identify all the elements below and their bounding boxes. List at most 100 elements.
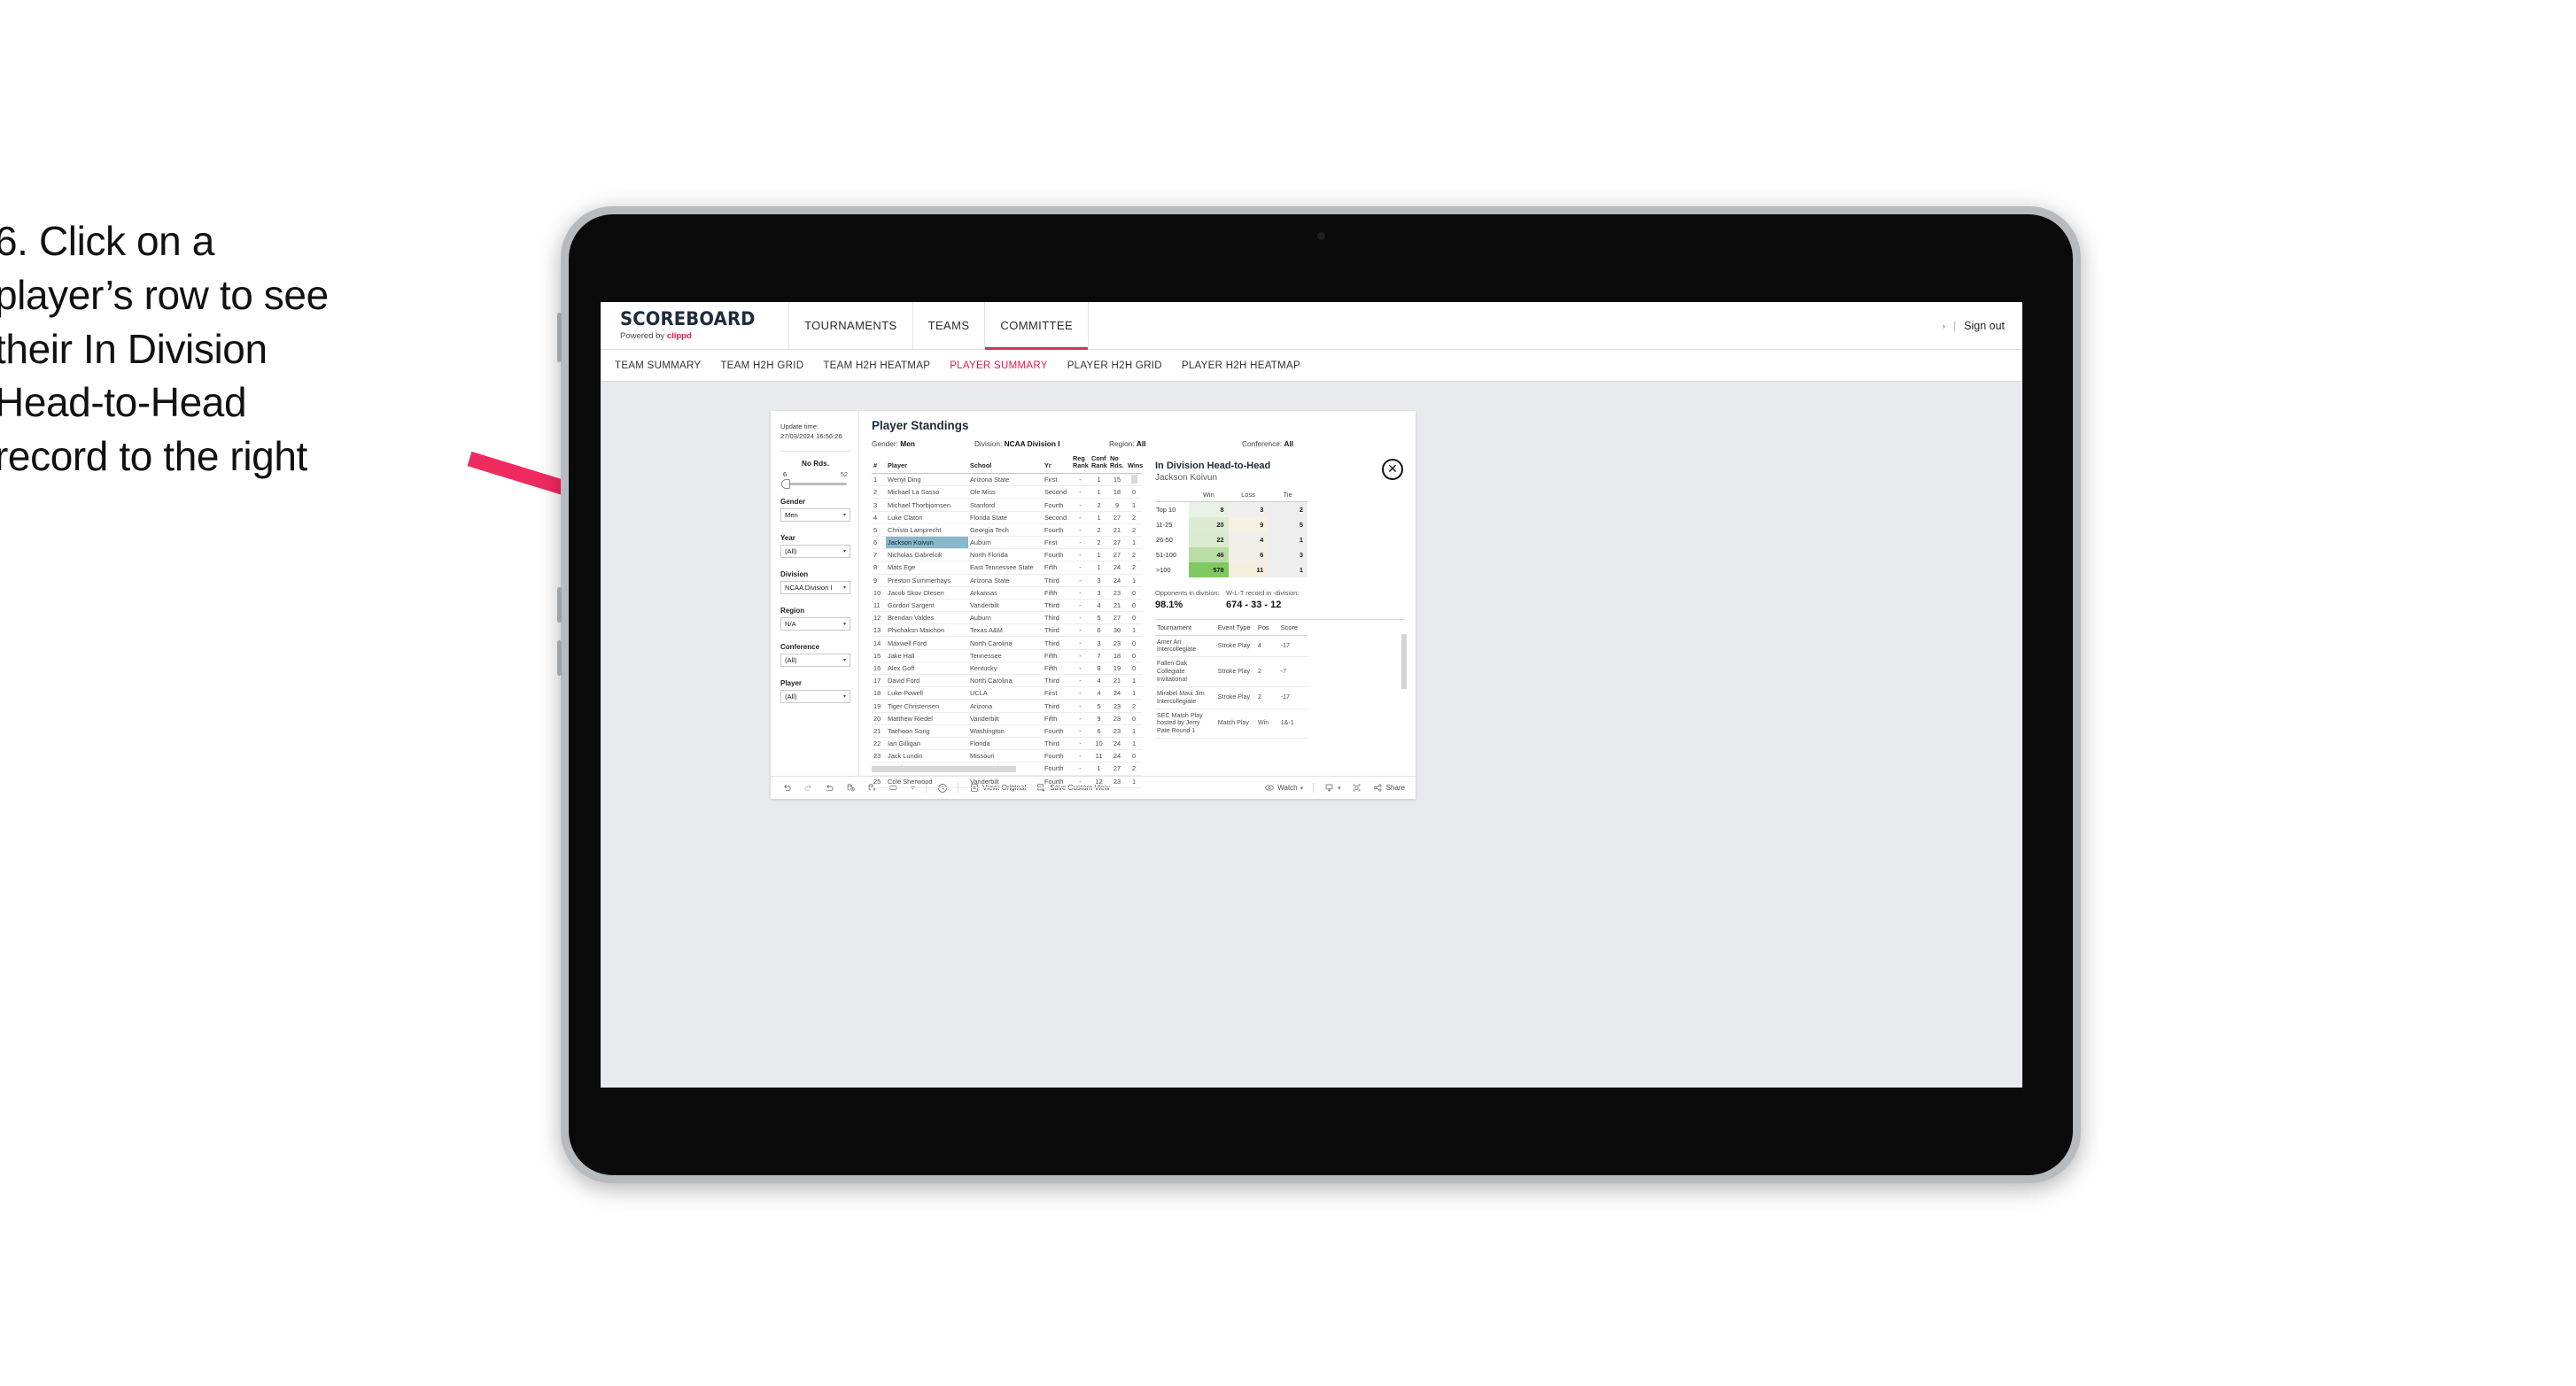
nav-item-committee[interactable]: COMMITTEE bbox=[985, 302, 1090, 350]
cell-school: Florida State bbox=[968, 511, 1043, 524]
cell-reg-rank: - bbox=[1071, 724, 1090, 738]
table-row[interactable]: 4 Luke Claton Florida State Second -1 27 2 bbox=[872, 511, 1142, 524]
cell-year: Fourth bbox=[1043, 523, 1071, 537]
tournament-row[interactable]: SEC Match Play hosted by Jerry Pate Roun… bbox=[1155, 708, 1307, 739]
table-row[interactable]: 16 Alex Goff Kentucky Fifth -8 19 0 bbox=[872, 662, 1142, 676]
standings-table-head: # Player School Yr Reg Rank Conf Rank No… bbox=[872, 453, 1143, 475]
nav-item-tournaments[interactable]: TOURNAMENTS bbox=[789, 302, 913, 349]
slider-track[interactable] bbox=[781, 479, 847, 489]
table-row[interactable]: 17 David Ford North Carolina Third -4 21 1 bbox=[872, 674, 1142, 688]
chevron-right-icon[interactable]: › bbox=[1943, 321, 1945, 330]
cell-year: Fifth bbox=[1043, 712, 1071, 725]
table-row[interactable]: 6 Jackson Koivun Auburn First -2 27 1 bbox=[872, 536, 1142, 550]
table-row[interactable]: 8 Mats Ege East Tennessee State Fifth -1 24 2 bbox=[872, 561, 1142, 575]
tournament-row[interactable]: Fallen Oak Collegiate Invitational Stroke… bbox=[1155, 656, 1307, 687]
table-row[interactable]: 3 Michael Thorbjornsen Stanford Fourth -2 9 1 bbox=[872, 498, 1142, 512]
cell-rank: 21 bbox=[872, 724, 886, 738]
revert-icon[interactable] bbox=[824, 782, 835, 794]
undo-icon[interactable] bbox=[781, 782, 793, 794]
stat-opponents-in-division: Opponents in division: 98.1% bbox=[1155, 589, 1226, 610]
table-row[interactable]: 14 Maxwell Ford North Carolina Third -3 23 0 bbox=[872, 636, 1142, 650]
watch-button[interactable]: Watch ▾ bbox=[1263, 782, 1303, 794]
table-row[interactable]: 12 Brendan Valdes Auburn Third -5 27 0 bbox=[872, 611, 1142, 625]
table-row[interactable]: 25 Cole Sherwood Vanderbilt Fourth -12 23 1 bbox=[872, 775, 1142, 788]
download-button[interactable]: ▾ bbox=[1323, 782, 1341, 794]
col-year[interactable]: Yr bbox=[1043, 453, 1071, 475]
col-conf-rank[interactable]: Conf Rank bbox=[1090, 453, 1108, 475]
cell-conf-rank: 3 bbox=[1090, 636, 1108, 650]
meta-conference-value: All bbox=[1284, 439, 1294, 448]
cell-conf-rank: 7 bbox=[1090, 649, 1108, 662]
filter-conference-label: Conference bbox=[780, 643, 820, 651]
col-school[interactable]: School bbox=[968, 453, 1043, 475]
table-row[interactable]: 22 Ian Gilligan Florida Third -10 24 1 bbox=[872, 737, 1142, 751]
share-icon bbox=[1372, 782, 1384, 794]
volume-up-button[interactable] bbox=[557, 587, 562, 623]
filter-player-select[interactable]: (All) ▾ bbox=[780, 690, 850, 703]
cell-wins: 1 bbox=[1126, 623, 1142, 638]
scrollbar-thumb[interactable] bbox=[872, 766, 1016, 772]
volume-down-button[interactable] bbox=[557, 640, 562, 676]
tournament-vertical-scrollbar[interactable] bbox=[1401, 633, 1407, 689]
tab-player-h2h-heatmap[interactable]: PLAYER H2H HEATMAP bbox=[1182, 360, 1300, 371]
h2h-cell-win: 20 bbox=[1189, 516, 1229, 532]
cell-year: Fourth bbox=[1043, 749, 1071, 763]
cell-no-rds: 24 bbox=[1108, 749, 1126, 763]
filter-no-rounds-slider[interactable]: No Rds. 6 52 bbox=[780, 460, 850, 489]
col-no-rds[interactable]: No Rds. bbox=[1108, 453, 1126, 475]
cell-conf-rank: 2 bbox=[1090, 523, 1108, 537]
filter-gender-select[interactable]: Men ▾ bbox=[780, 508, 850, 522]
col-player[interactable]: Player bbox=[886, 453, 968, 475]
annotation-line-3: their In Division bbox=[0, 325, 268, 372]
tab-player-h2h-grid[interactable]: PLAYER H2H GRID bbox=[1067, 360, 1162, 371]
filter-region-select[interactable]: N/A ▾ bbox=[780, 617, 850, 631]
standings-vertical-scrollbar[interactable] bbox=[1131, 475, 1137, 484]
col-rank[interactable]: # bbox=[872, 453, 886, 475]
table-row[interactable]: 2 Michael La Sasso Ole Miss Second -1 18 0 bbox=[872, 485, 1142, 499]
slider-handle[interactable] bbox=[781, 479, 790, 489]
filter-conference-select[interactable]: (All) ▾ bbox=[780, 654, 850, 667]
close-icon[interactable]: ✕ bbox=[1382, 459, 1403, 480]
tournament-header-row: Tournament Event Type Pos Score bbox=[1155, 623, 1307, 636]
table-row[interactable]: 5 Christo Lamprecht Georgia Tech Fourth -2 21… bbox=[872, 523, 1142, 537]
nav-item-teams[interactable]: TEAMS bbox=[913, 302, 986, 349]
col-reg-rank[interactable]: Reg Rank bbox=[1071, 453, 1090, 475]
top-nav-right-group: › | Sign out bbox=[1943, 302, 2022, 349]
table-row[interactable]: 23 Jack Lundin Missouri Fourth -11 24 0 bbox=[872, 749, 1142, 763]
table-row[interactable]: 13 Phichaksn Maichon Texas A&M Third -6 30 1 bbox=[872, 623, 1142, 638]
filter-division-select[interactable]: NCAA Division I ▾ bbox=[780, 581, 850, 594]
redo-icon[interactable] bbox=[803, 782, 814, 794]
col-wins[interactable]: Wins bbox=[1126, 453, 1143, 475]
standings-horizontal-scrollbar[interactable] bbox=[872, 766, 1125, 772]
table-row[interactable]: 21 Taehoon Song Washington Fourth -6 23 1 bbox=[872, 724, 1142, 738]
table-row[interactable]: 19 Tiger Christensen Arizona Third -5 23 2 bbox=[872, 699, 1142, 713]
cell-year: Fifth bbox=[1043, 561, 1071, 575]
table-row[interactable]: 1Wenyi DingArizona StateFirst-1151 bbox=[872, 473, 1142, 487]
tournament-row[interactable]: Mirabel Maui Jim Intercollegiate Stroke P… bbox=[1155, 686, 1307, 709]
filter-year-select[interactable]: (All) ▾ bbox=[780, 545, 850, 558]
fullscreen-icon[interactable] bbox=[1351, 782, 1362, 794]
cell-no-rds: 23 bbox=[1108, 586, 1126, 600]
refresh-data-icon[interactable] bbox=[845, 782, 857, 794]
tab-team-summary[interactable]: TEAM SUMMARY bbox=[615, 360, 701, 371]
table-row[interactable]: 10 Jacob Skov Olesen Arkansas Fifth -3 23 0 bbox=[872, 586, 1142, 600]
filter-player-value: (All) bbox=[785, 693, 797, 701]
tab-team-h2h-grid[interactable]: TEAM H2H GRID bbox=[720, 360, 803, 371]
sign-out-link[interactable]: Sign out bbox=[1964, 320, 2005, 332]
table-row[interactable]: 9 Preston Summerhays Arizona State Third -3 2… bbox=[872, 574, 1142, 587]
cell-tournament-event-type: Match Play bbox=[1215, 708, 1256, 739]
tab-player-summary[interactable]: PLAYER SUMMARY bbox=[950, 360, 1048, 371]
share-button[interactable]: Share bbox=[1372, 782, 1405, 794]
table-row[interactable]: 18 Luke Powell UCLA First -4 24 1 bbox=[872, 686, 1142, 701]
brand-logo[interactable]: SCOREBOARD Powered by clippd bbox=[601, 302, 790, 349]
table-row[interactable]: 20 Matthew Riedel Vanderbilt Fifth -9 23 0 bbox=[872, 712, 1142, 725]
tournament-row[interactable]: Amer Ari Intercollegiate Stroke Play 4 -17 bbox=[1155, 635, 1307, 658]
table-row[interactable]: 11 Gordon Sargent Vanderbilt Third -4 21 0 bbox=[872, 599, 1142, 613]
tab-team-h2h-heatmap[interactable]: TEAM H2H HEATMAP bbox=[823, 360, 930, 371]
power-button[interactable] bbox=[557, 313, 562, 362]
stat-wlt-label: W-L-T record in -division: bbox=[1226, 588, 1300, 597]
table-row[interactable]: 15 Jake Hall Tennessee Fifth -7 18 0 bbox=[872, 649, 1142, 662]
h2h-cell-win: 22 bbox=[1189, 531, 1229, 547]
table-row[interactable]: 7 Nicholas Gabrelcik North Florida Fourth -1… bbox=[872, 548, 1142, 562]
filter-gender: Gender Men ▾ bbox=[780, 498, 850, 522]
